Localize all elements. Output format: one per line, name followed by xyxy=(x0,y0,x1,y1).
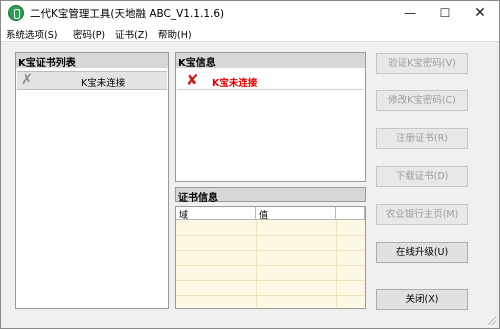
app-icon xyxy=(8,5,24,21)
close-button[interactable]: 关闭(X) xyxy=(376,289,468,310)
grid-line xyxy=(336,220,337,308)
title-bar[interactable]: 二代K宝管理工具(天地融 ABC_V1.1.1.6) — ☐ ✕ xyxy=(1,1,499,25)
column-header-value[interactable]: 值 xyxy=(256,207,336,221)
menu-certificate[interactable]: 证书(Z) xyxy=(115,27,148,41)
key-info-header: K宝信息 xyxy=(176,53,365,69)
main-window: 二代K宝管理工具(天地融 ABC_V1.1.1.6) — ☐ ✕ 系统选项(S)… xyxy=(0,0,500,329)
close-window-button[interactable]: ✕ xyxy=(463,1,497,25)
maximize-button[interactable]: ☐ xyxy=(428,1,462,25)
cert-list-item[interactable]: ✗ K宝未连接 xyxy=(17,71,167,90)
key-status-text: K宝未连接 xyxy=(212,78,258,89)
column-header-extra[interactable] xyxy=(336,207,365,220)
online-upgrade-button[interactable]: 在线升级(U) xyxy=(376,242,468,263)
cert-list-panel: K宝证书列表 ✗ K宝未连接 xyxy=(15,52,169,309)
column-header-field[interactable]: 域 xyxy=(176,207,256,221)
menu-system-options[interactable]: 系统选项(S) xyxy=(6,27,57,41)
register-cert-button[interactable]: 注册证书(R) xyxy=(376,128,468,149)
resize-grip[interactable] xyxy=(486,315,496,325)
x-mark-icon: ✗ xyxy=(21,72,33,88)
cert-info-header: 证书信息 xyxy=(175,187,366,204)
cert-info-table[interactable]: 域 值 xyxy=(175,206,366,309)
menu-help[interactable]: 帮助(H) xyxy=(158,27,192,41)
download-cert-button[interactable]: 下载证书(D) xyxy=(376,166,468,187)
key-info-row[interactable]: ✘ K宝未连接 xyxy=(177,71,364,90)
verify-password-button[interactable]: 验证K宝密码(V) xyxy=(376,53,468,74)
key-info-panel: K宝信息 ✘ K宝未连接 xyxy=(175,52,366,182)
menu-password[interactable]: 密码(P) xyxy=(73,27,105,41)
grid-line xyxy=(256,220,257,308)
abc-homepage-button[interactable]: 农业银行主页(M) xyxy=(376,204,468,225)
cert-list-header: K宝证书列表 xyxy=(16,53,168,69)
menu-bar: 系统选项(S) 密码(P) 证书(Z) 帮助(H) xyxy=(1,25,499,42)
window-title: 二代K宝管理工具(天地融 ABC_V1.1.1.6) xyxy=(30,8,225,20)
red-x-icon: ✘ xyxy=(186,71,199,89)
minimize-button[interactable]: — xyxy=(393,1,427,25)
change-password-button[interactable]: 修改K宝密码(C) xyxy=(376,90,468,111)
cert-list-item-label: K宝未连接 xyxy=(81,78,126,89)
